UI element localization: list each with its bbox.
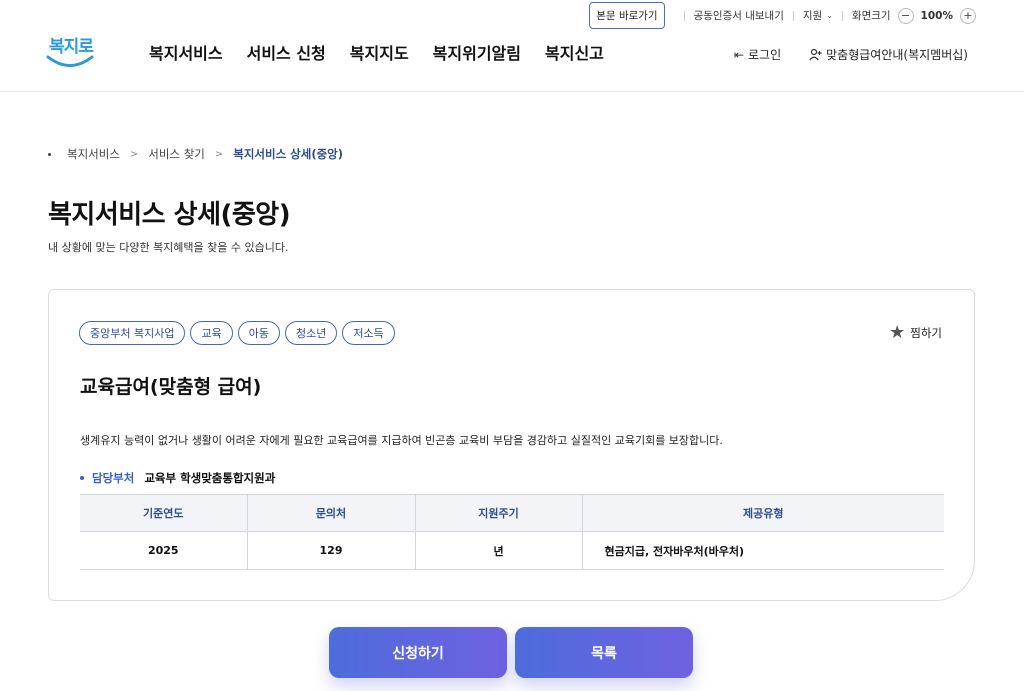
cell-support-cycle: 년 xyxy=(414,531,582,570)
service-title: 교육급여(맞춤형 급여) xyxy=(80,376,262,398)
service-description: 생계유지 능력이 없거나 생활이 어려운 자에게 필요한 교육급여를 지급하여 … xyxy=(80,434,723,447)
service-tags: 중앙부처 복지사업 교육 아동 청소년 저소득 xyxy=(79,321,395,345)
membership-link[interactable]: 맞춤형급여안내(복지멤버십) xyxy=(809,46,968,63)
main-nav: 복지서비스 서비스 신청 복지지도 복지위기알림 복지신고 xyxy=(149,40,604,64)
cell-base-year: 2025 xyxy=(80,531,247,570)
zoom-in-button[interactable]: + xyxy=(960,7,976,24)
department-value: 교육부 학생맞춤통합지원과 xyxy=(144,471,276,485)
chevron-right-icon: > xyxy=(214,148,224,160)
bullet-icon xyxy=(80,476,84,480)
cert-export-link[interactable]: 공동인증서 내보내기 xyxy=(694,8,784,23)
member-menu: ⇤ 로그인 맞춤형급여안내(복지멤버십) xyxy=(734,46,968,63)
breadcrumb-item-service-search[interactable]: 서비스 찾기 xyxy=(148,146,205,162)
divider xyxy=(683,10,685,21)
login-label: 로그인 xyxy=(748,48,782,62)
nav-item-welfare-map[interactable]: 복지지도 xyxy=(350,40,409,64)
list-button[interactable]: 목록 xyxy=(515,627,693,678)
page-description: 내 상황에 맞는 다양한 복지혜택을 찾을 수 있습니다. xyxy=(48,241,289,254)
tag-child[interactable]: 아동 xyxy=(237,321,280,345)
tag-central-ministry[interactable]: 중앙부처 복지사업 xyxy=(79,321,186,345)
apply-button[interactable]: 신청하기 xyxy=(329,627,507,678)
nav-item-welfare-report[interactable]: 복지신고 xyxy=(545,40,604,64)
login-link[interactable]: ⇤ 로그인 xyxy=(734,46,781,63)
tag-youth[interactable]: 청소년 xyxy=(284,321,338,345)
breadcrumb-item-current: 복지서비스 상세(중앙) xyxy=(233,147,343,161)
cell-contact: 129 xyxy=(246,531,415,570)
skip-to-content-button[interactable]: 본문 바로가기 xyxy=(589,2,665,29)
star-icon: ★ xyxy=(889,322,906,343)
table-header-row: 기준연도 문의처 지원주기 제공유형 xyxy=(80,494,944,532)
header-base-year: 기준연도 xyxy=(80,494,247,532)
breadcrumb-item-welfare-service[interactable]: 복지서비스 xyxy=(67,146,120,162)
chevron-right-icon: > xyxy=(129,148,139,160)
zoom-label: 화면크기 xyxy=(851,10,891,22)
breadcrumb: 복지서비스 > 서비스 찾기 > 복지서비스 상세(중앙) xyxy=(48,146,343,162)
header-contact: 문의처 xyxy=(246,494,415,532)
department-label: 담당부처 xyxy=(92,471,135,485)
service-info-table: 기준연도 문의처 지원주기 제공유형 2025 129 년 현금지급, 전자바우… xyxy=(80,494,944,570)
home-dot-icon xyxy=(48,152,51,156)
membership-label: 맞춤형급여안내(복지멤버십) xyxy=(826,48,968,62)
chevron-down-icon: ⌄ xyxy=(826,11,833,20)
user-add-icon xyxy=(809,48,822,61)
logo-smile-icon xyxy=(46,55,94,67)
utility-bar: 본문 바로가기 공동인증서 내보내기 지원 ⌄ 화면크기 − 100% + xyxy=(589,2,976,29)
favorite-label: 찜하기 xyxy=(910,326,942,340)
site-header: 본문 바로가기 공동인증서 내보내기 지원 ⌄ 화면크기 − 100% + 복지… xyxy=(0,0,1024,92)
service-detail-card: 중앙부처 복지사업 교육 아동 청소년 저소득 ★ 찜하기 교육급여(맞춤형 급… xyxy=(48,289,975,601)
favorite-button[interactable]: ★ 찜하기 xyxy=(889,324,942,342)
department-info: 담당부처 교육부 학생맞춤통합지원과 xyxy=(80,470,275,486)
table-row: 2025 129 년 현금지급, 전자바우처(바우처) xyxy=(80,531,944,570)
zoom-value: 100% xyxy=(920,9,953,22)
zoom-out-button[interactable]: − xyxy=(897,7,914,24)
tag-education[interactable]: 교육 xyxy=(190,321,233,345)
action-buttons: 신청하기 목록 xyxy=(329,627,693,678)
support-dropdown[interactable]: 지원 ⌄ xyxy=(803,8,833,23)
zoom-control: 화면크기 − 100% + xyxy=(851,7,976,24)
tag-low-income[interactable]: 저소득 xyxy=(342,321,395,345)
cert-export-label: 공동인증서 내보내기 xyxy=(693,10,784,22)
site-logo[interactable]: 복지로 xyxy=(46,32,94,72)
nav-item-crisis-alert[interactable]: 복지위기알림 xyxy=(433,40,521,64)
header-support-cycle: 지원주기 xyxy=(414,494,582,532)
support-label: 지원 xyxy=(802,10,823,22)
login-icon: ⇤ xyxy=(733,47,745,62)
header-provision-type: 제공유형 xyxy=(581,494,944,532)
cell-provision-type: 현금지급, 전자바우처(바우처) xyxy=(581,531,944,570)
page-title: 복지서비스 상세(중앙) xyxy=(48,200,291,230)
divider xyxy=(792,10,794,21)
divider xyxy=(841,10,843,21)
nav-item-service-apply[interactable]: 서비스 신청 xyxy=(247,40,326,64)
nav-item-welfare-service[interactable]: 복지서비스 xyxy=(149,40,223,64)
